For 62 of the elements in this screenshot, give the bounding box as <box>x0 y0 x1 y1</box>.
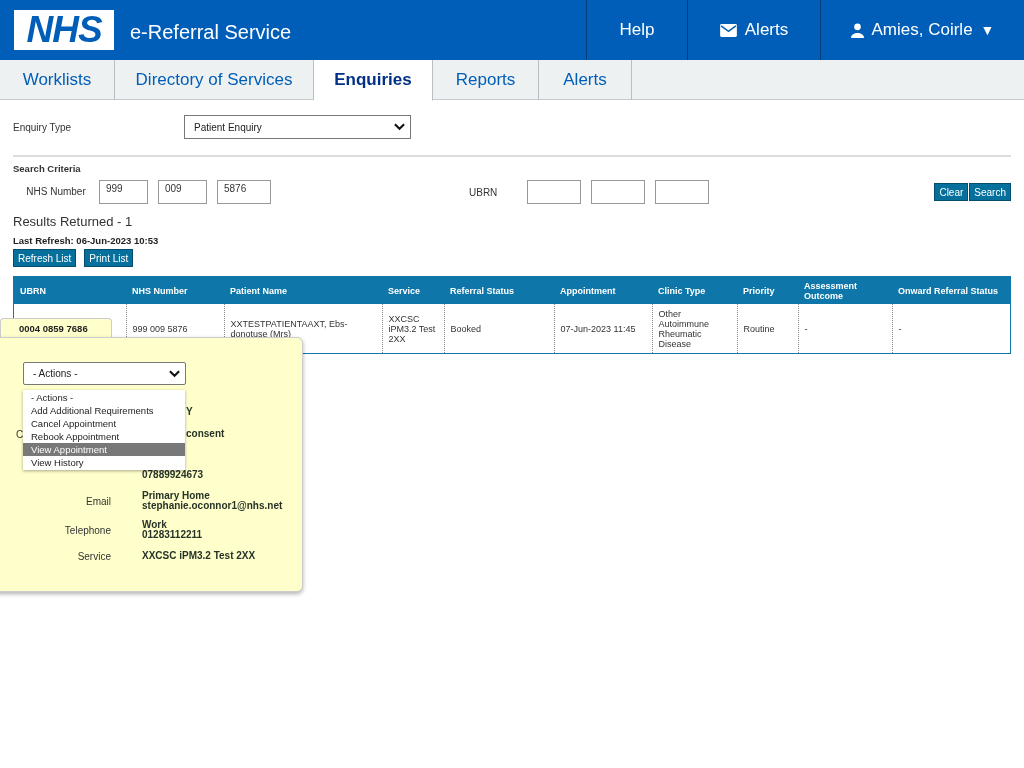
dropdown-option[interactable]: Rebook Appointment <box>23 430 185 443</box>
table-cell: - <box>892 304 1011 354</box>
nav-tab[interactable]: Worklists <box>0 60 115 100</box>
nav-tab[interactable]: Alerts <box>539 60 632 100</box>
chevron-icon <box>169 369 180 378</box>
ubrn-label: UBRN <box>469 186 499 198</box>
column-header: Appointment <box>554 276 652 304</box>
search-button[interactable]: Clear <box>934 183 969 201</box>
nhs-number-field[interactable]: 999 <box>99 180 148 204</box>
chevron-icon <box>394 123 405 131</box>
table-cell: 07-Jun-2023 11:45 <box>554 304 652 354</box>
ubrn-field[interactable] <box>527 180 581 204</box>
dropdown-option[interactable]: View History <box>23 456 185 469</box>
column-header: Referral Status <box>444 276 554 304</box>
detail-value: Primary Home stephanie.oconnor1@nhs.net <box>142 491 283 511</box>
dropdown-option[interactable]: View Appointment <box>23 443 185 456</box>
detail-label: C <box>16 428 24 440</box>
column-header: Priority <box>737 276 798 304</box>
table-cell: Other Autoimmune Rheumatic Disease <box>652 304 737 354</box>
enquiry-type-select[interactable]: Patient Enquiry <box>184 115 411 139</box>
detail-value: Y <box>186 407 193 417</box>
ubrn-text: 0004 0859 7686 <box>19 323 88 334</box>
table-cell: - <box>798 304 892 354</box>
detail-value: XXCSC iPM3.2 Test 2XX <box>142 551 256 561</box>
table-cell: Booked <box>444 304 554 354</box>
nav-tab[interactable]: Enquiries <box>314 60 433 101</box>
actions-select[interactable]: - Actions - <box>23 362 186 385</box>
app-title: e-Referral Service <box>130 20 292 44</box>
column-header: Onward Referral Status <box>892 276 1011 304</box>
dropdown-option[interactable]: Cancel Appointment <box>23 417 185 430</box>
ubrn-field[interactable] <box>591 180 645 204</box>
table-cell: XXCSC iPM3.2 Test 2XX <box>382 304 444 354</box>
column-header: NHS Number <box>126 276 224 304</box>
detail-value: Work 01283112211 <box>142 520 203 540</box>
dropdown-option[interactable]: Add Additional Requirements <box>23 404 185 417</box>
list-button[interactable]: Print List <box>84 249 134 267</box>
detail-value: consent <box>186 429 225 439</box>
list-button[interactable]: Refresh List <box>13 249 77 267</box>
column-header: UBRN <box>13 276 126 304</box>
search-button[interactable]: Search <box>969 183 1011 201</box>
nav-tab[interactable]: Reports <box>433 60 539 100</box>
mail-icon <box>719 23 737 37</box>
column-header: Patient Name <box>224 276 382 304</box>
column-header: Service <box>382 276 444 304</box>
detail-value: 07889924673 <box>142 470 204 480</box>
detail-label: Telephone <box>64 524 111 536</box>
nhs-number-label: NHS Number <box>26 187 86 197</box>
last-refresh: Last Refresh: 06-Jun-2023 10:53 <box>13 235 160 246</box>
section-title: Search Criteria <box>13 163 82 174</box>
nhs-number-field[interactable]: 009 <box>158 180 207 204</box>
user-icon <box>850 22 864 38</box>
ubrn-field[interactable] <box>655 180 709 204</box>
nhs-number-field[interactable]: 5876 <box>217 180 271 204</box>
dropdown-option[interactable]: - Actions - <box>23 391 185 404</box>
enquiry-type-label: Enquiry Type <box>13 121 73 133</box>
table-cell: Routine <box>737 304 798 354</box>
results-count: Results Returned - 1 <box>13 214 134 229</box>
detail-label: Service <box>77 550 111 562</box>
detail-label: Email <box>86 495 111 507</box>
nhs-logo[interactable]: NHS <box>14 10 114 50</box>
column-header: Assessment Outcome <box>798 276 892 304</box>
column-header: Clinic Type <box>652 276 737 304</box>
